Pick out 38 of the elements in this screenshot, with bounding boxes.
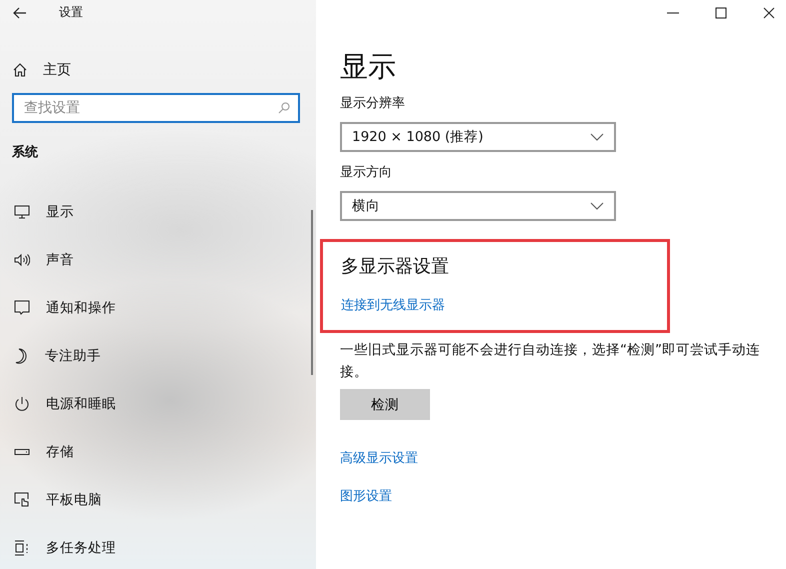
back-arrow-icon[interactable] xyxy=(13,6,27,18)
nav-item[interactable]: 通知和操作 xyxy=(0,284,316,332)
search-field[interactable]: 查找设置 xyxy=(12,93,300,123)
speaker-icon xyxy=(14,253,30,267)
moon-icon xyxy=(15,348,27,364)
monitor-icon xyxy=(14,205,30,219)
home-icon xyxy=(13,63,27,77)
nav-item[interactable]: 平板电脑 xyxy=(0,476,316,524)
nav-item[interactable]: 声音 xyxy=(0,236,316,284)
nav-item[interactable]: 电源和睡眠 xyxy=(0,380,316,428)
nav-item[interactable]: 显示 xyxy=(0,188,316,236)
wireless-display-link[interactable]: 连接到无线显示器 xyxy=(341,296,445,314)
page-title: 显示 xyxy=(340,49,396,85)
window-title: 设置 xyxy=(59,4,83,21)
settings-link[interactable]: 高级显示设置 xyxy=(340,450,418,468)
dropdown-label: 显示分辨率 xyxy=(340,95,405,113)
home-item[interactable]: 主页 xyxy=(0,25,316,81)
power-icon xyxy=(14,396,30,412)
chevron-down-icon xyxy=(590,133,604,141)
dropdown-label: 显示方向 xyxy=(340,164,392,182)
section-heading: 系统 xyxy=(11,144,39,161)
detect-button[interactable]: 检测 xyxy=(340,389,430,420)
section-heading: 多显示器设置 xyxy=(341,255,450,279)
drive-icon xyxy=(14,448,30,456)
search-icon xyxy=(278,102,290,114)
tablet-touch-icon xyxy=(14,492,30,508)
settings-link[interactable]: 图形设置 xyxy=(340,488,392,506)
close-icon[interactable] xyxy=(763,7,775,19)
multitask-icon xyxy=(14,540,30,556)
note-text: 一些旧式显示器可能不会进行自动连接，选择“检测”即可尝试手动连接。 xyxy=(340,341,761,382)
message-icon xyxy=(14,300,30,316)
nav-item[interactable]: 存储 xyxy=(0,428,316,476)
maximize-icon[interactable] xyxy=(715,7,727,19)
dropdown[interactable]: 横向 xyxy=(340,191,616,221)
nav-item[interactable]: 专注助手 xyxy=(0,332,316,380)
chevron-down-icon xyxy=(590,202,604,210)
dropdown[interactable]: 1920 × 1080 (推荐) xyxy=(340,122,616,152)
nav-item[interactable]: 多任务处理 xyxy=(0,524,316,569)
